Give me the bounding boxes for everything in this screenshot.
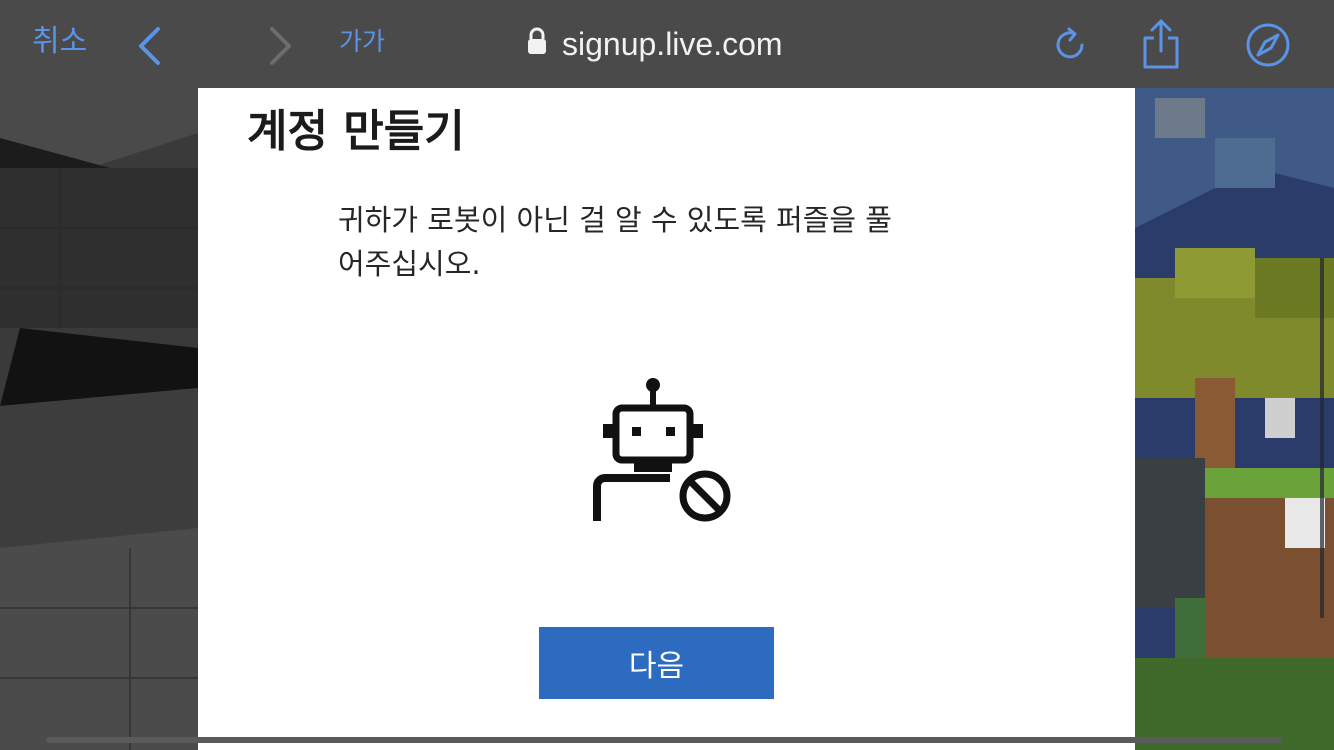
- dialog-title: 계정 만들기: [247, 106, 465, 157]
- address-bar[interactable]: signup.live.com: [526, 24, 783, 64]
- share-icon[interactable]: [1140, 18, 1182, 74]
- text-size-button[interactable]: 가가: [339, 22, 385, 62]
- reload-icon[interactable]: [1052, 26, 1090, 68]
- horizontal-scrollbar[interactable]: [46, 737, 1282, 743]
- signup-dialog: 계정 만들기 귀하가 로봇이 아닌 걸 알 수 있도록 퍼즐을 풀어주십시오. …: [198, 88, 1135, 750]
- dialog-description: 귀하가 로봇이 아닌 걸 알 수 있도록 퍼즐을 풀어주십시오.: [338, 203, 892, 281]
- compass-icon[interactable]: [1245, 22, 1291, 72]
- cancel-button[interactable]: 취소: [32, 22, 87, 62]
- background-right: [1135, 88, 1334, 750]
- next-button[interactable]: 다음: [539, 627, 774, 699]
- back-chevron-icon[interactable]: [136, 26, 164, 70]
- url-text: signup.live.com: [562, 25, 783, 62]
- robot-blocked-icon: [590, 376, 740, 530]
- browser-toolbar: 취소 가가 signup.live.com: [0, 0, 1334, 88]
- forward-chevron-icon[interactable]: [266, 26, 294, 70]
- lock-icon: [526, 26, 548, 63]
- background-left: [0, 88, 198, 750]
